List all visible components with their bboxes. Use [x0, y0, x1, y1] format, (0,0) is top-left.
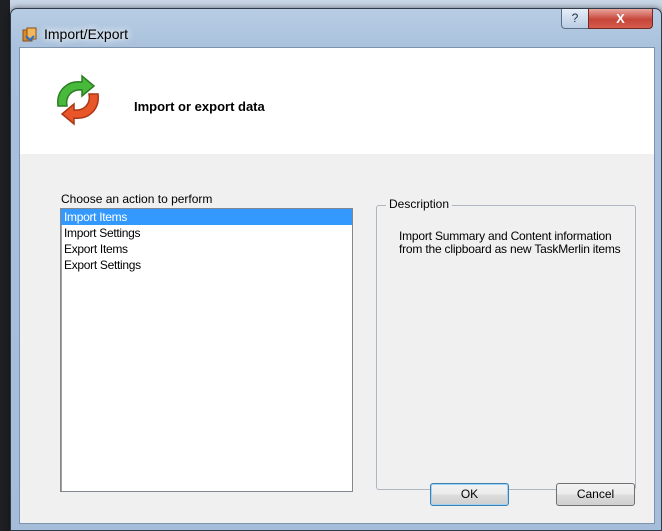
action-listbox[interactable]: Import Items Import Settings Export Item… [60, 208, 353, 492]
window-title: Import/Export [44, 26, 129, 42]
description-text: Import Summary and Content information f… [399, 229, 621, 256]
actions-label: Choose an action to perform [61, 192, 213, 206]
list-item-import-settings[interactable]: Import Settings [61, 225, 352, 241]
import-export-icon [22, 27, 38, 43]
list-item-export-items[interactable]: Export Items [61, 241, 352, 257]
description-label: Description [386, 197, 453, 211]
dialog-header: Import or export data [20, 48, 654, 154]
title-bar[interactable]: Import/Export ? X [11, 9, 661, 47]
cancel-button[interactable]: Cancel [556, 483, 635, 506]
dialog-body: Import or export data Choose an action t… [19, 47, 655, 524]
close-button[interactable]: X [588, 9, 653, 29]
ok-button[interactable]: OK [430, 483, 509, 506]
list-item-export-settings[interactable]: Export Settings [61, 257, 352, 273]
import-export-dialog: Import/Export ? X Import or export data … [10, 8, 662, 531]
header-title: Import or export data [134, 99, 265, 114]
list-item-import-items[interactable]: Import Items [61, 209, 352, 225]
sync-arrows-icon [50, 72, 106, 128]
background-edge [0, 0, 10, 531]
help-button[interactable]: ? [561, 9, 589, 29]
